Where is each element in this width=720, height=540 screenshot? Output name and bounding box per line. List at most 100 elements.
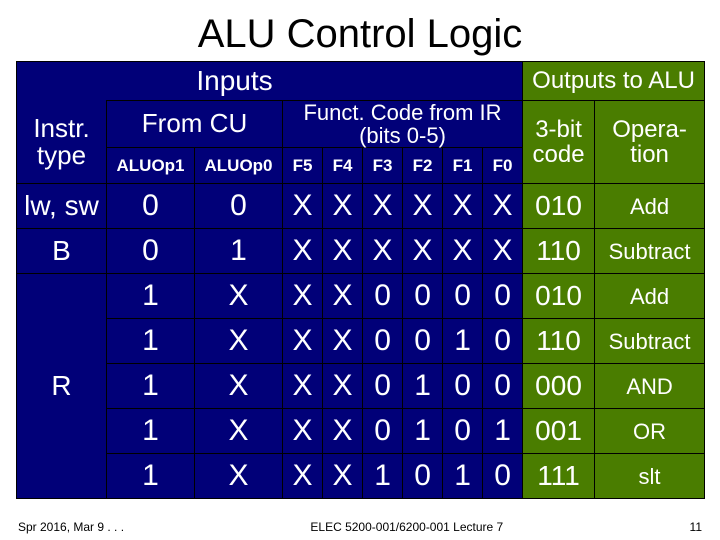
cell-aluop1: 1 xyxy=(107,274,195,319)
cell-f1: 0 xyxy=(443,274,483,319)
cell-f3: 0 xyxy=(363,319,403,364)
hdr-from-cu: From CU xyxy=(107,101,283,148)
cell-3bit: 111 xyxy=(523,454,595,499)
cell-f1: 1 xyxy=(443,319,483,364)
cell-aluop1: 0 xyxy=(107,229,195,274)
cell-f4: X xyxy=(323,364,363,409)
cell-f3: 0 xyxy=(363,409,403,454)
cell-f5: X xyxy=(283,184,323,229)
cell-f3: 0 xyxy=(363,274,403,319)
cell-f2: X xyxy=(403,229,443,274)
table-row: 1 X X X 0 0 1 0 110 Subtract xyxy=(17,319,705,364)
cell-aluop0: X xyxy=(195,274,283,319)
cell-3bit: 001 xyxy=(523,409,595,454)
cell-f2: 0 xyxy=(403,319,443,364)
cell-f1: 0 xyxy=(443,409,483,454)
cell-f0: 0 xyxy=(483,319,523,364)
cell-f5: X xyxy=(283,409,323,454)
cell-instr: lw, sw xyxy=(17,184,107,229)
cell-f5: X xyxy=(283,274,323,319)
cell-aluop0: X xyxy=(195,409,283,454)
hdr-f2: F2 xyxy=(403,148,443,184)
cell-aluop0: 1 xyxy=(195,229,283,274)
table-row: 1 X X X 0 1 0 0 000 AND xyxy=(17,364,705,409)
hdr-aluop1: ALUOp1 xyxy=(107,148,195,184)
cell-f3: X xyxy=(363,229,403,274)
hdr-3bit-code: 3-bit code xyxy=(523,101,595,184)
cell-f1: 1 xyxy=(443,454,483,499)
cell-aluop0: X xyxy=(195,319,283,364)
cell-f2: 0 xyxy=(403,454,443,499)
cell-f0: 1 xyxy=(483,409,523,454)
cell-f1: X xyxy=(443,229,483,274)
page-title: ALU Control Logic xyxy=(0,0,720,61)
cell-f3: X xyxy=(363,184,403,229)
cell-f1: 0 xyxy=(443,364,483,409)
cell-aluop1: 0 xyxy=(107,184,195,229)
cell-f2: X xyxy=(403,184,443,229)
footer-right: 11 xyxy=(690,520,702,534)
cell-op: OR xyxy=(595,409,705,454)
hdr-aluop0: ALUOp0 xyxy=(195,148,283,184)
cell-3bit: 010 xyxy=(523,184,595,229)
footer-mid: ELEC 5200-001/6200-001 Lecture 7 xyxy=(124,520,689,534)
table-row: R 1 X X X 0 0 0 0 010 Add xyxy=(17,274,705,319)
cell-f5: X xyxy=(283,364,323,409)
cell-aluop1: 1 xyxy=(107,454,195,499)
cell-f0: 0 xyxy=(483,454,523,499)
cell-f5: X xyxy=(283,454,323,499)
cell-f5: X xyxy=(283,229,323,274)
cell-f4: X xyxy=(323,274,363,319)
alu-control-table: Inputs Outputs to ALU Instr. type From C… xyxy=(16,61,705,499)
hdr-f0: F0 xyxy=(483,148,523,184)
cell-3bit: 000 xyxy=(523,364,595,409)
hdr-blank-left xyxy=(17,62,107,101)
cell-f2: 1 xyxy=(403,409,443,454)
cell-f2: 1 xyxy=(403,364,443,409)
cell-aluop1: 1 xyxy=(107,409,195,454)
cell-f3: 1 xyxy=(363,454,403,499)
cell-f4: X xyxy=(323,409,363,454)
cell-aluop1: 1 xyxy=(107,319,195,364)
cell-f5: X xyxy=(283,319,323,364)
cell-f4: X xyxy=(323,454,363,499)
table-row: lw, sw 0 0 X X X X X X 010 Add xyxy=(17,184,705,229)
hdr-f5: F5 xyxy=(283,148,323,184)
hdr-f4: F4 xyxy=(323,148,363,184)
footer: Spr 2016, Mar 9 . . . ELEC 5200-001/6200… xyxy=(0,516,720,540)
cell-f1: X xyxy=(443,184,483,229)
cell-3bit: 110 xyxy=(523,319,595,364)
cell-aluop1: 1 xyxy=(107,364,195,409)
hdr-blank-right xyxy=(363,62,523,101)
cell-3bit: 110 xyxy=(523,229,595,274)
footer-left: Spr 2016, Mar 9 . . . xyxy=(18,520,124,534)
cell-op: Subtract xyxy=(595,319,705,364)
cell-op: Add xyxy=(595,274,705,319)
hdr-outputs: Outputs to ALU xyxy=(523,62,705,101)
cell-aluop0: X xyxy=(195,454,283,499)
cell-instr: B xyxy=(17,229,107,274)
hdr-operation: Opera-tion xyxy=(595,101,705,184)
table-row: B 0 1 X X X X X X 110 Subtract xyxy=(17,229,705,274)
hdr-f1: F1 xyxy=(443,148,483,184)
cell-f4: X xyxy=(323,229,363,274)
cell-f0: X xyxy=(483,229,523,274)
cell-f0: X xyxy=(483,184,523,229)
table-row: 1 X X X 1 0 1 0 111 slt xyxy=(17,454,705,499)
cell-op: Subtract xyxy=(595,229,705,274)
cell-f4: X xyxy=(323,319,363,364)
cell-aluop0: 0 xyxy=(195,184,283,229)
table-row: 1 X X X 0 1 0 1 001 OR xyxy=(17,409,705,454)
hdr-inputs: Inputs xyxy=(107,62,363,101)
cell-f4: X xyxy=(323,184,363,229)
cell-op: Add xyxy=(595,184,705,229)
cell-f3: 0 xyxy=(363,364,403,409)
cell-f2: 0 xyxy=(403,274,443,319)
hdr-funct-code: Funct. Code from IR (bits 0-5) xyxy=(283,101,523,148)
hdr-f3: F3 xyxy=(363,148,403,184)
cell-op: AND xyxy=(595,364,705,409)
cell-instr-r: R xyxy=(17,274,107,499)
cell-3bit: 010 xyxy=(523,274,595,319)
cell-f0: 0 xyxy=(483,274,523,319)
cell-op: slt xyxy=(595,454,705,499)
